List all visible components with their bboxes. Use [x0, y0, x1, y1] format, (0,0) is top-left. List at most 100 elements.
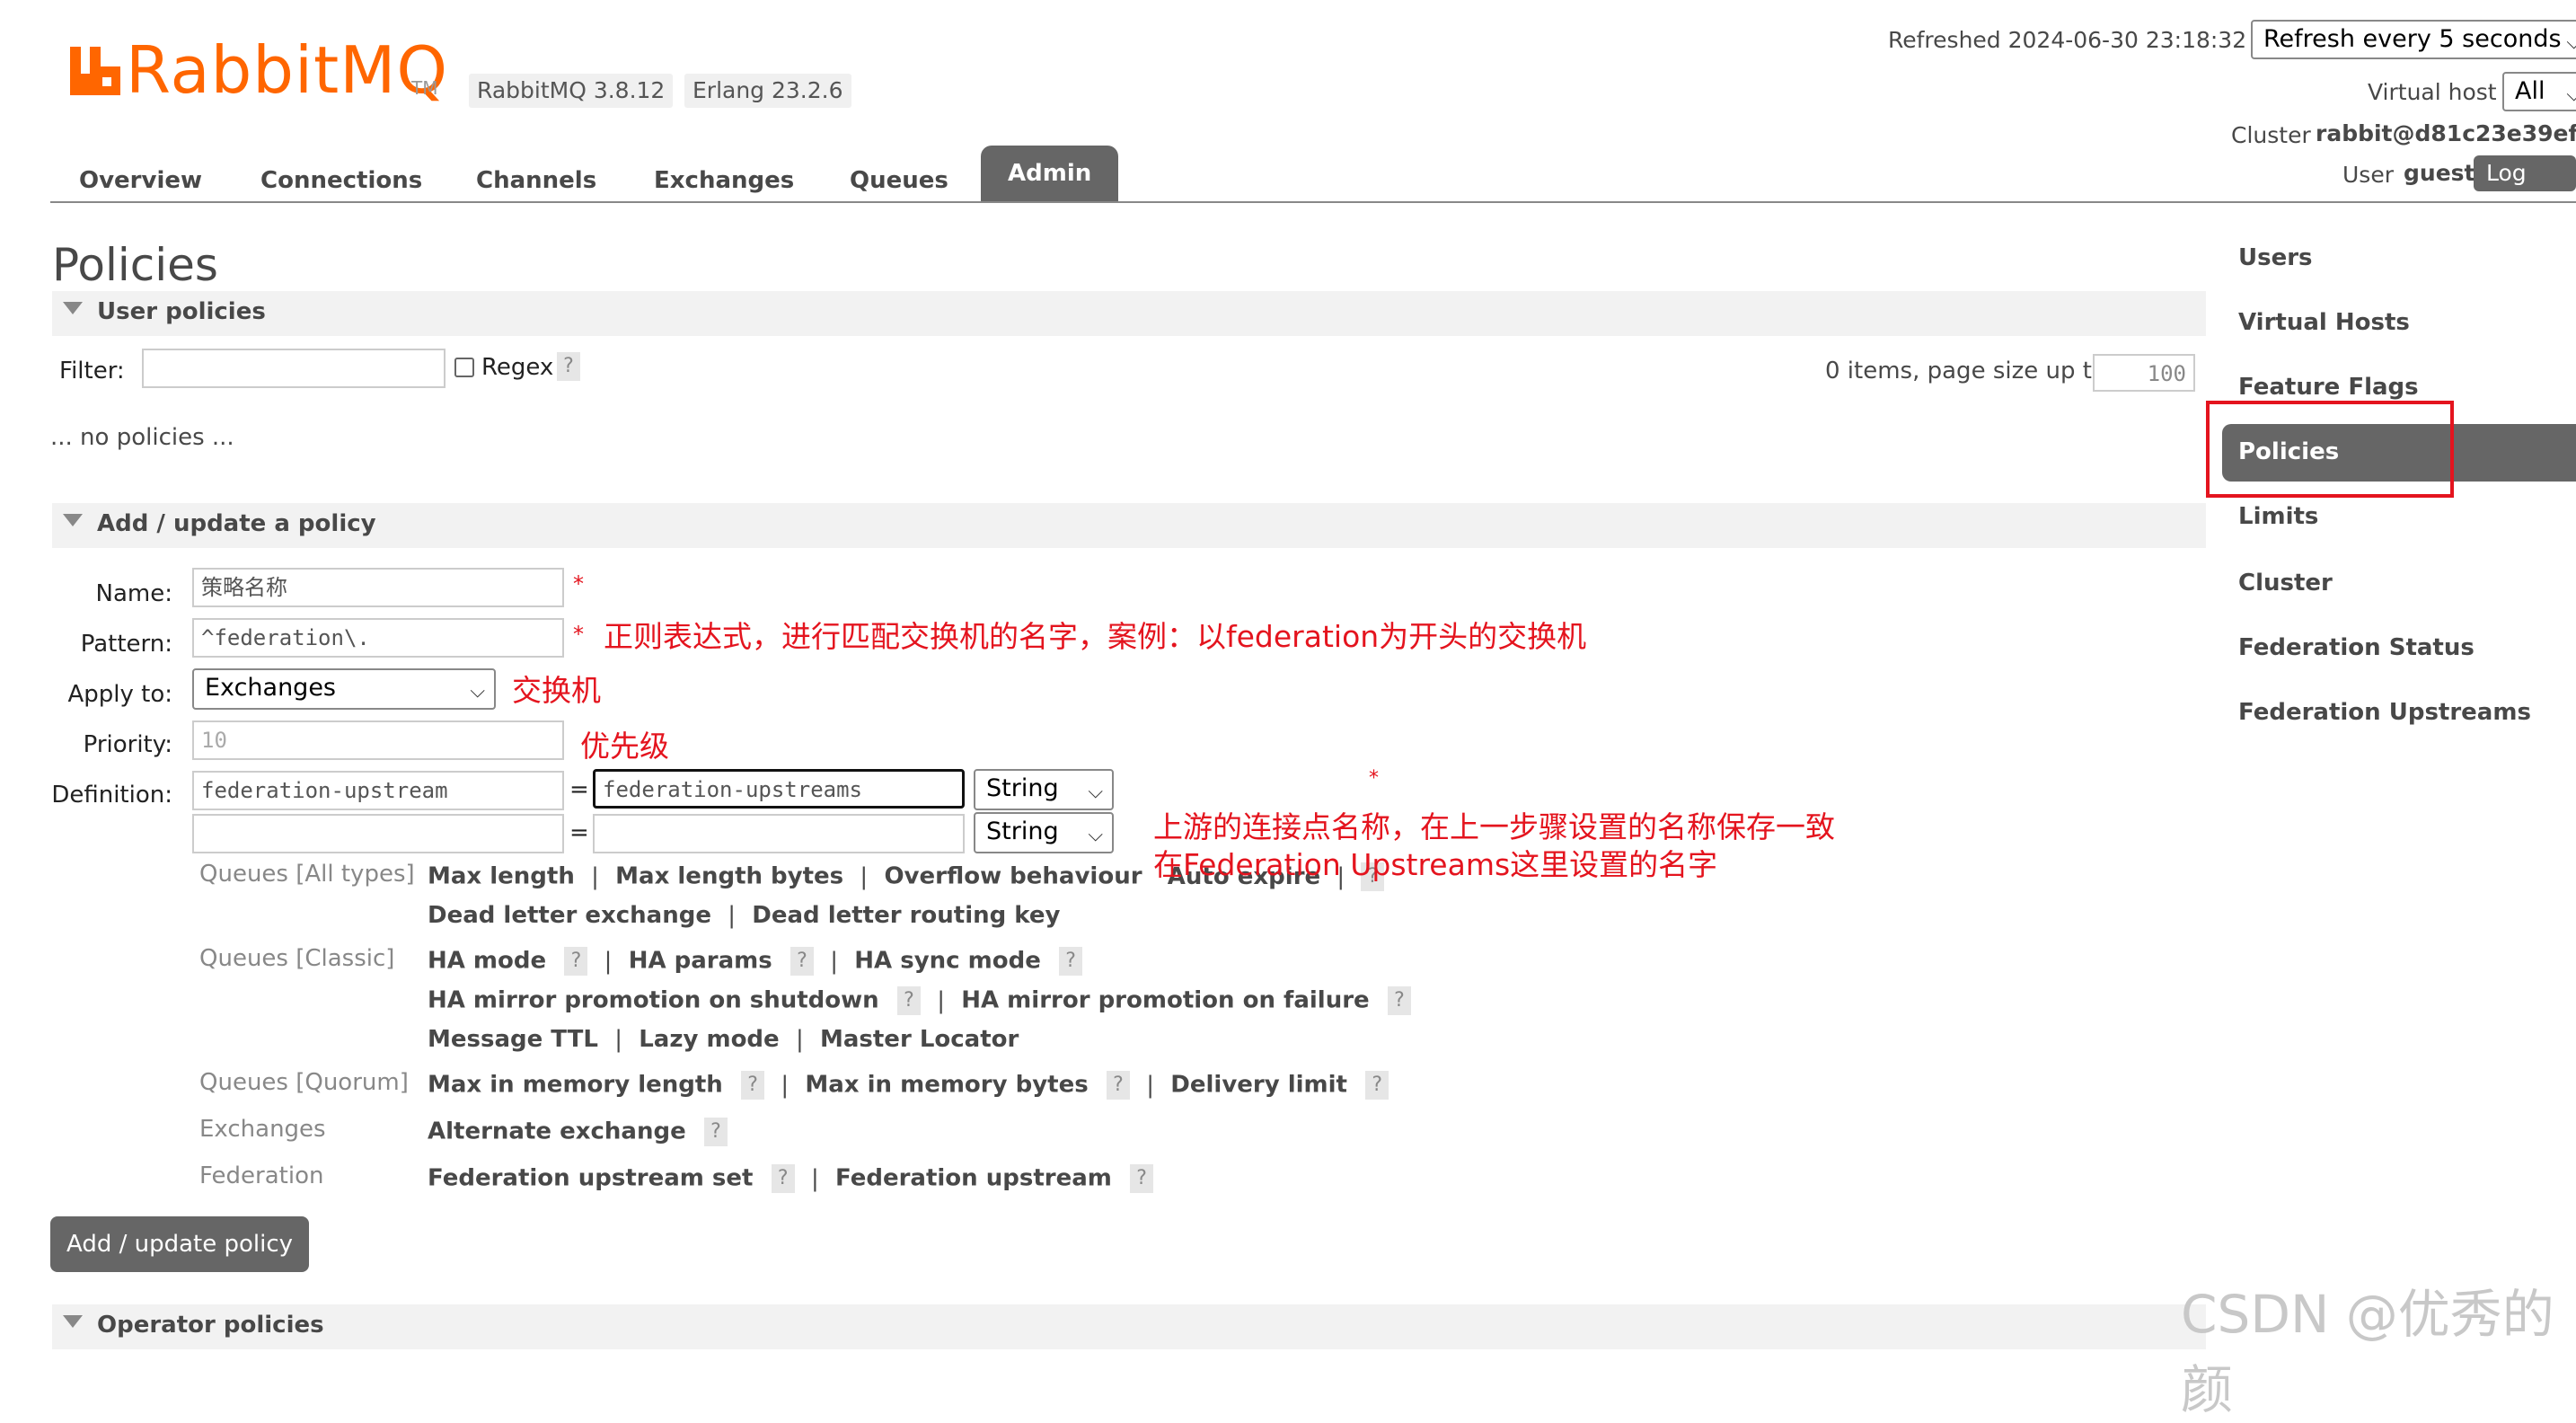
max-mem-length-help-icon[interactable]: ? [741, 1071, 764, 1100]
definition-type-select-2[interactable]: String ⌵ [974, 812, 1114, 853]
equals-sign: = [569, 776, 589, 803]
category-queues-classic: Queues [Classic] [199, 945, 394, 972]
tab-exchanges[interactable]: Exchanges [654, 160, 794, 201]
filter-input[interactable] [142, 349, 446, 388]
collapse-triangle-icon [63, 514, 83, 526]
definition-label: Definition: [38, 782, 172, 809]
option-separator: | [1146, 1072, 1154, 1099]
option-ha-sync-mode[interactable]: HA sync mode [854, 948, 1041, 975]
pattern-input[interactable]: ^federation\. [192, 618, 564, 658]
option-ha-mode[interactable]: HA mode [428, 948, 546, 975]
add-policy-section-header[interactable]: Add / update a policy [52, 503, 2206, 548]
page-size-input[interactable]: 100 [2093, 354, 2195, 392]
sidebar-item-limits[interactable]: Limits [2238, 503, 2318, 530]
federation-upstream-help-icon[interactable]: ? [1130, 1164, 1153, 1193]
priority-label: Priority: [38, 731, 172, 758]
alternate-exchange-help-icon[interactable]: ? [704, 1118, 728, 1146]
option-master-locator[interactable]: Master Locator [820, 1026, 1019, 1053]
sidebar-item-federation-status[interactable]: Federation Status [2238, 634, 2475, 661]
category-federation: Federation [199, 1162, 323, 1189]
sidebar-item-cluster[interactable]: Cluster [2238, 570, 2333, 597]
definition-type-select[interactable]: String ⌵ [974, 769, 1114, 810]
option-delivery-limit[interactable]: Delivery limit [1170, 1072, 1347, 1099]
sidebar-item-users[interactable]: Users [2238, 244, 2313, 271]
category-queues-quorum: Queues [Quorum] [199, 1069, 409, 1096]
apply-to-annotation: 交换机 [512, 667, 601, 710]
definition-value-input[interactable]: federation-upstreams [593, 769, 965, 809]
tab-channels[interactable]: Channels [476, 160, 596, 201]
vhost-select[interactable]: All ⌵ [2502, 72, 2576, 111]
required-marker: * [573, 622, 584, 647]
option-lazy-mode[interactable]: Lazy mode [639, 1026, 779, 1053]
items-count-text: 0 items, page size up to [1825, 358, 2106, 384]
ha-promotion-shutdown-help-icon[interactable]: ? [897, 986, 921, 1015]
definition-type-value-2: String [986, 818, 1059, 845]
ha-params-help-icon[interactable]: ? [790, 947, 814, 976]
definition-type-value: String [986, 774, 1059, 802]
refresh-interval-select[interactable]: Refresh every 5 seconds ⌵ [2251, 20, 2576, 59]
logo-text: RabbitMQ [126, 32, 448, 108]
logout-button[interactable]: Log out [2474, 155, 2576, 191]
refresh-interval-value: Refresh every 5 seconds [2263, 25, 2562, 53]
user-label: User [2342, 162, 2394, 188]
user-policies-section-header[interactable]: User policies [52, 291, 2206, 336]
option-max-in-memory-length[interactable]: Max in memory length [428, 1072, 723, 1099]
pattern-annotation: 正则表达式，进行匹配交换机的名字，案例：以federation为开头的交换机 [604, 613, 1586, 656]
annotation-highlight-box [2206, 401, 2454, 498]
operator-policies-section-header[interactable]: Operator policies [52, 1304, 2206, 1349]
tab-divider [50, 201, 2576, 203]
logo-trademark: TM [411, 77, 437, 99]
option-ha-promotion-shutdown[interactable]: HA mirror promotion on shutdown [428, 987, 879, 1014]
queues-all-options-row2: Dead letter exchange | Dead letter routi… [428, 902, 1060, 929]
federation-options: Federation upstream set ? | Federation u… [428, 1164, 1153, 1193]
definition-key-input[interactable]: federation-upstream [192, 771, 564, 810]
rabbitmq-version-badge: RabbitMQ 3.8.12 [469, 74, 673, 108]
tab-connections[interactable]: Connections [260, 160, 422, 201]
option-ha-promotion-failure[interactable]: HA mirror promotion on failure [961, 987, 1369, 1014]
exchanges-options: Alternate exchange ? [428, 1118, 728, 1146]
apply-to-select[interactable]: Exchanges ⌵ [192, 668, 496, 710]
federation-upstream-set-help-icon[interactable]: ? [772, 1164, 795, 1193]
tab-queues[interactable]: Queues [850, 160, 948, 201]
sidebar-item-feature-flags[interactable]: Feature Flags [2238, 374, 2419, 401]
regex-checkbox[interactable] [454, 358, 474, 377]
option-max-in-memory-bytes[interactable]: Max in memory bytes [805, 1072, 1088, 1099]
option-dead-letter-routing-key[interactable]: Dead letter routing key [752, 902, 1060, 929]
max-mem-bytes-help-icon[interactable]: ? [1107, 1071, 1130, 1100]
no-policies-text: ... no policies ... [50, 424, 234, 451]
chevron-down-icon: ⌵ [2566, 77, 2576, 113]
tab-admin[interactable]: Admin [981, 146, 1118, 201]
ha-mode-help-icon[interactable]: ? [564, 947, 587, 976]
option-ha-params[interactable]: HA params [629, 948, 772, 975]
option-max-length-bytes[interactable]: Max length bytes [615, 863, 843, 890]
option-max-length[interactable]: Max length [428, 863, 575, 890]
option-overflow-behaviour[interactable]: Overflow behaviour [884, 863, 1142, 890]
queues-classic-options-row3: Message TTL | Lazy mode | Master Locator [428, 1026, 1019, 1053]
option-separator: | [604, 948, 613, 975]
chevron-down-icon: ⌵ [2566, 25, 2576, 61]
sidebar-item-virtual-hosts[interactable]: Virtual Hosts [2238, 309, 2410, 336]
add-update-policy-button[interactable]: Add / update policy [50, 1216, 309, 1272]
option-federation-upstream-set[interactable]: Federation upstream set [428, 1165, 753, 1192]
sidebar-item-federation-upstreams[interactable]: Federation Upstreams [2238, 699, 2531, 726]
operator-policies-heading: Operator policies [97, 1312, 324, 1339]
priority-input[interactable]: 10 [192, 720, 564, 760]
ha-promotion-failure-help-icon[interactable]: ? [1388, 986, 1411, 1015]
stray-required-marker: * [1369, 767, 1379, 790]
equals-sign: = [569, 819, 589, 846]
tab-overview[interactable]: Overview [79, 160, 202, 201]
option-alternate-exchange[interactable]: Alternate exchange [428, 1118, 686, 1145]
option-message-ttl[interactable]: Message TTL [428, 1026, 598, 1053]
policy-name-input[interactable]: 策略名称 [192, 568, 564, 607]
definition-key-input-2[interactable] [192, 814, 564, 853]
option-dead-letter-exchange[interactable]: Dead letter exchange [428, 902, 711, 929]
delivery-limit-help-icon[interactable]: ? [1365, 1071, 1389, 1100]
chevron-down-icon: ⌵ [470, 674, 485, 710]
collapse-triangle-icon [63, 302, 83, 314]
upstream-annotation-line2: 在Federation Upstreams这里设置的名字 [1153, 841, 1717, 884]
ha-sync-help-icon[interactable]: ? [1059, 947, 1082, 976]
regex-help-icon[interactable]: ? [557, 352, 580, 381]
definition-value-input-2[interactable] [593, 814, 965, 853]
option-separator: | [830, 948, 838, 975]
option-federation-upstream[interactable]: Federation upstream [835, 1165, 1112, 1192]
